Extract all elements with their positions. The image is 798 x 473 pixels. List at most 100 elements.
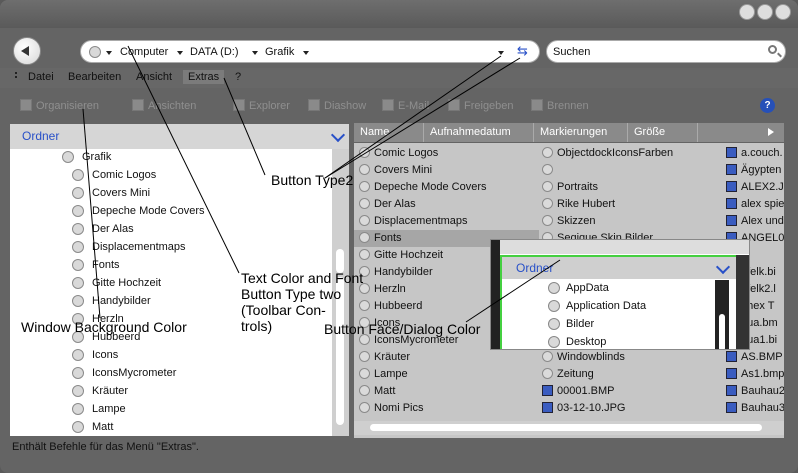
image-file-icon <box>542 402 553 413</box>
list-item[interactable]: Kräuter <box>354 349 539 366</box>
column-size[interactable]: Größe <box>628 123 698 142</box>
folder-icon <box>359 215 370 226</box>
nav-pane-header[interactable]: Ordner <box>10 124 349 149</box>
breadcrumb-computer[interactable]: Computer <box>120 46 168 58</box>
tree-item[interactable]: Fonts <box>92 259 120 271</box>
help-icon[interactable]: ? <box>760 98 775 113</box>
preview-tree-item[interactable]: Bilder <box>548 318 594 330</box>
list-item[interactable]: Der Alas <box>354 196 539 213</box>
minimize-button[interactable] <box>739 4 755 20</box>
folder-icon <box>72 367 84 379</box>
column-header: Name Aufnahmedatum Markierungen Größe <box>354 123 784 142</box>
tree-item-root[interactable]: Grafik <box>82 151 111 163</box>
chevron-down-icon[interactable] <box>106 51 112 55</box>
maximize-button[interactable] <box>757 4 773 20</box>
chevron-down-icon[interactable] <box>715 259 731 275</box>
tree-item[interactable]: Depeche Mode Covers <box>92 205 205 217</box>
list-item[interactable]: Matt <box>354 383 539 400</box>
list-item[interactable]: ALEX2.J <box>726 179 784 196</box>
annotation-text-color: Text Color and Font <box>241 270 364 286</box>
preview-tree-item[interactable]: Application Data <box>548 300 646 312</box>
list-item[interactable]: Displacementmaps <box>354 213 539 230</box>
list-item[interactable]: 00001.BMP <box>542 383 722 400</box>
chevron-down-icon[interactable] <box>252 51 258 55</box>
list-item[interactable]: Bauhau2 <box>726 383 784 400</box>
slideshow-button[interactable]: Diashow <box>308 99 366 112</box>
refresh-icon[interactable]: ⇆ <box>517 43 528 59</box>
menu-bearbeiten[interactable]: Bearbeiten <box>68 71 121 83</box>
toolbar: Organisieren Ansichten Explorer Diashow … <box>0 93 798 119</box>
menu-ansicht[interactable]: Ansicht <box>136 71 172 83</box>
horizontal-scrollbar-thumb[interactable] <box>370 424 762 431</box>
tree-item[interactable]: Icons <box>92 349 118 361</box>
tree-item[interactable]: Handybilder <box>92 295 151 307</box>
list-item[interactable]: a.couch. <box>726 145 784 162</box>
preview-scrollbar[interactable] <box>715 280 729 349</box>
tree-item[interactable]: Matt <box>92 421 113 433</box>
list-item[interactable]: Nomi Pics <box>354 400 539 417</box>
list-item[interactable]: Skizzen <box>542 213 722 230</box>
preview-scrollbar-thumb[interactable] <box>719 314 725 349</box>
breadcrumb-data-drive[interactable]: DATA (D:) <box>190 46 238 58</box>
menu-extras[interactable]: Extras <box>183 70 225 84</box>
list-item[interactable]: ObjectdockIconsFarben <box>542 145 722 162</box>
views-button[interactable]: Ansichten <box>132 99 196 112</box>
chevron-down-icon[interactable] <box>303 51 309 55</box>
close-button[interactable] <box>775 4 791 20</box>
chevron-right-icon[interactable] <box>768 128 774 136</box>
breadcrumb-grafik[interactable]: Grafik <box>265 46 294 58</box>
explorer-button[interactable]: Explorer <box>233 99 290 112</box>
tree-item[interactable]: Kräuter <box>92 385 128 397</box>
tree-item[interactable]: Lampe <box>92 403 126 415</box>
list-item[interactable]: Portraits <box>542 179 722 196</box>
list-item[interactable]: Rike Hubert <box>542 196 722 213</box>
chevron-down-icon[interactable] <box>330 127 346 143</box>
list-item[interactable]: alex spie <box>726 196 784 213</box>
address-bar[interactable]: Computer DATA (D:) Grafik ⇆ <box>80 40 540 63</box>
search-icon[interactable] <box>768 45 777 54</box>
list-item[interactable]: Windowblinds <box>542 349 722 366</box>
list-item[interactable]: Bauhau3 <box>726 400 784 417</box>
column-date-taken[interactable]: Aufnahmedatum <box>424 123 534 142</box>
preview-nav-header[interactable]: Ordner <box>502 257 738 279</box>
list-item[interactable]: As1.bmp <box>726 366 784 383</box>
preview-tree-item[interactable]: Desktop <box>548 336 606 348</box>
tree-item[interactable]: IconsMycrometer <box>92 367 176 379</box>
back-button[interactable] <box>13 37 41 65</box>
burn-button[interactable]: Brennen <box>531 99 589 112</box>
horizontal-scrollbar[interactable] <box>354 421 784 435</box>
list-item[interactable]: Zeitung <box>542 366 722 383</box>
list-item[interactable]: Ägypten <box>726 162 784 179</box>
chevron-down-icon[interactable] <box>177 51 183 55</box>
tree-item[interactable]: Comic Logos <box>92 169 156 181</box>
preview-tree-item[interactable]: AppData <box>548 282 609 294</box>
list-item[interactable]: Alex und <box>726 213 784 230</box>
organize-button[interactable]: Organisieren <box>20 99 99 112</box>
explorer-icon <box>233 99 245 111</box>
tree-item[interactable]: Displacementmaps <box>92 241 186 253</box>
list-item[interactable]: Covers Mini <box>354 162 539 179</box>
list-item[interactable]: Comic Logos <box>354 145 539 162</box>
search-box[interactable]: Suchen <box>546 40 786 63</box>
folder-icon <box>359 351 370 362</box>
history-dropdown-icon[interactable] <box>498 51 504 55</box>
menu-help[interactable]: ? <box>235 71 241 83</box>
folder-icon <box>72 205 84 217</box>
list-item[interactable] <box>542 162 722 179</box>
list-item[interactable]: AS.BMP <box>726 349 784 366</box>
menu-datei[interactable]: Datei <box>28 71 54 83</box>
list-item[interactable]: Lampe <box>354 366 539 383</box>
search-input[interactable]: Suchen <box>553 46 590 58</box>
folder-icon <box>542 368 553 379</box>
list-item[interactable]: Depeche Mode Covers <box>354 179 539 196</box>
tree-item[interactable]: Covers Mini <box>92 187 150 199</box>
column-name[interactable]: Name <box>354 123 424 142</box>
annotation-window-bg: Window Background Color <box>21 319 187 335</box>
share-button[interactable]: Freigeben <box>448 99 514 112</box>
tree-item[interactable]: Der Alas <box>92 223 134 235</box>
tree-item[interactable]: Gitte Hochzeit <box>92 277 161 289</box>
email-button[interactable]: E-Mail <box>382 99 429 112</box>
list-item[interactable]: 03-12-10.JPG <box>542 400 722 417</box>
organize-icon <box>20 99 32 111</box>
column-tags[interactable]: Markierungen <box>534 123 628 142</box>
